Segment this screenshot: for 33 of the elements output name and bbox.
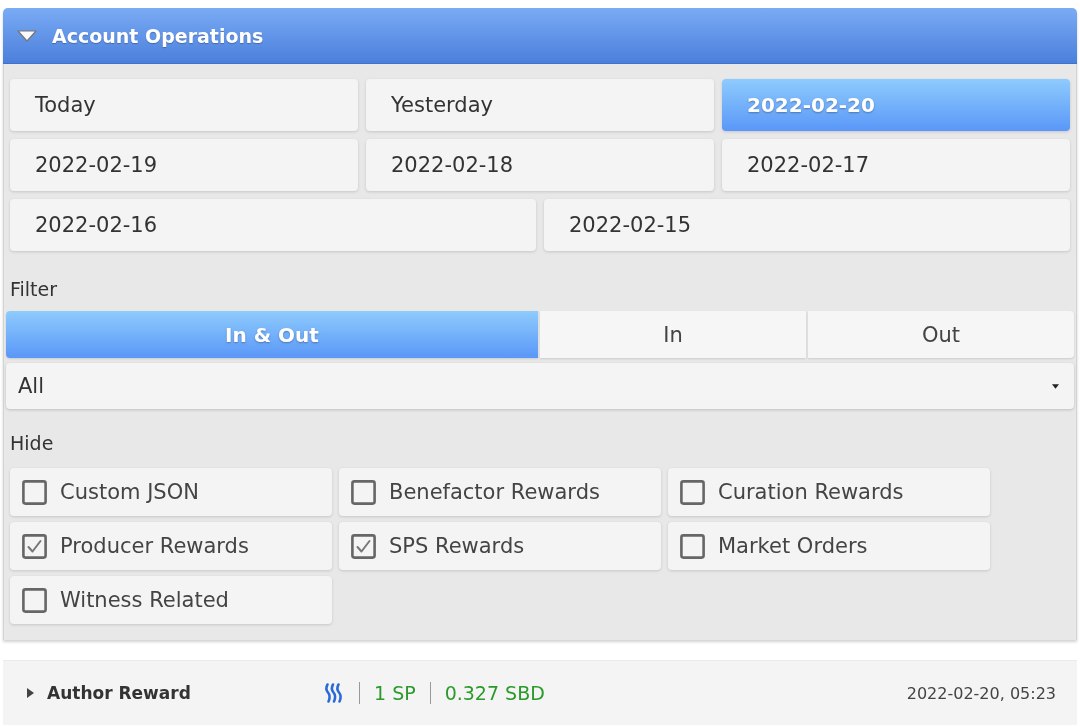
checkbox[interactable] <box>351 479 376 505</box>
amount-text: 0.327 SBD <box>444 682 545 704</box>
hide-option[interactable]: Benefactor Rewards <box>339 468 661 516</box>
checkbox[interactable] <box>351 533 376 559</box>
date-button[interactable]: 2022-02-19 <box>10 139 358 191</box>
hide-option[interactable]: Market Orders <box>668 522 990 570</box>
filter-tab[interactable]: In <box>540 311 806 358</box>
amount-text: 1 SP <box>374 682 416 704</box>
date-button[interactable]: 2022-02-18 <box>366 139 714 191</box>
checkbox[interactable] <box>22 587 47 613</box>
date-button[interactable]: Today <box>10 79 358 131</box>
section-label: Hide <box>10 431 54 455</box>
checkbox[interactable] <box>22 479 47 505</box>
date-button[interactable]: Yesterday <box>366 79 714 131</box>
hide-option[interactable]: Custom JSON <box>10 468 332 516</box>
hide-option[interactable]: Witness Related <box>10 576 332 624</box>
date-button[interactable]: 2022-02-15 <box>544 199 1070 251</box>
operation-type: Author Reward <box>47 683 192 703</box>
checkbox[interactable] <box>22 533 47 559</box>
section-label: Filter <box>10 277 58 301</box>
caret-icon <box>1052 383 1059 389</box>
hide-option[interactable]: Producer Rewards <box>10 522 332 570</box>
checkbox[interactable] <box>680 479 705 505</box>
wave-logo-icon <box>323 682 345 704</box>
type-select[interactable]: All <box>6 363 1074 409</box>
hide-option[interactable]: SPS Rewards <box>339 522 661 570</box>
hide-option[interactable]: Curation Rewards <box>668 468 990 516</box>
timestamp: 2022-02-20, 05:23 <box>906 683 1056 703</box>
date-button[interactable]: 2022-02-16 <box>10 199 536 251</box>
checkbox[interactable] <box>680 533 705 559</box>
filter-tab[interactable]: Out <box>808 311 1074 358</box>
operation-row[interactable]: Author Reward 1 SP 0.327 SBD 2022-02-20, 05:23 <box>3 660 1077 725</box>
date-button[interactable]: 2022-02-17 <box>722 139 1070 191</box>
